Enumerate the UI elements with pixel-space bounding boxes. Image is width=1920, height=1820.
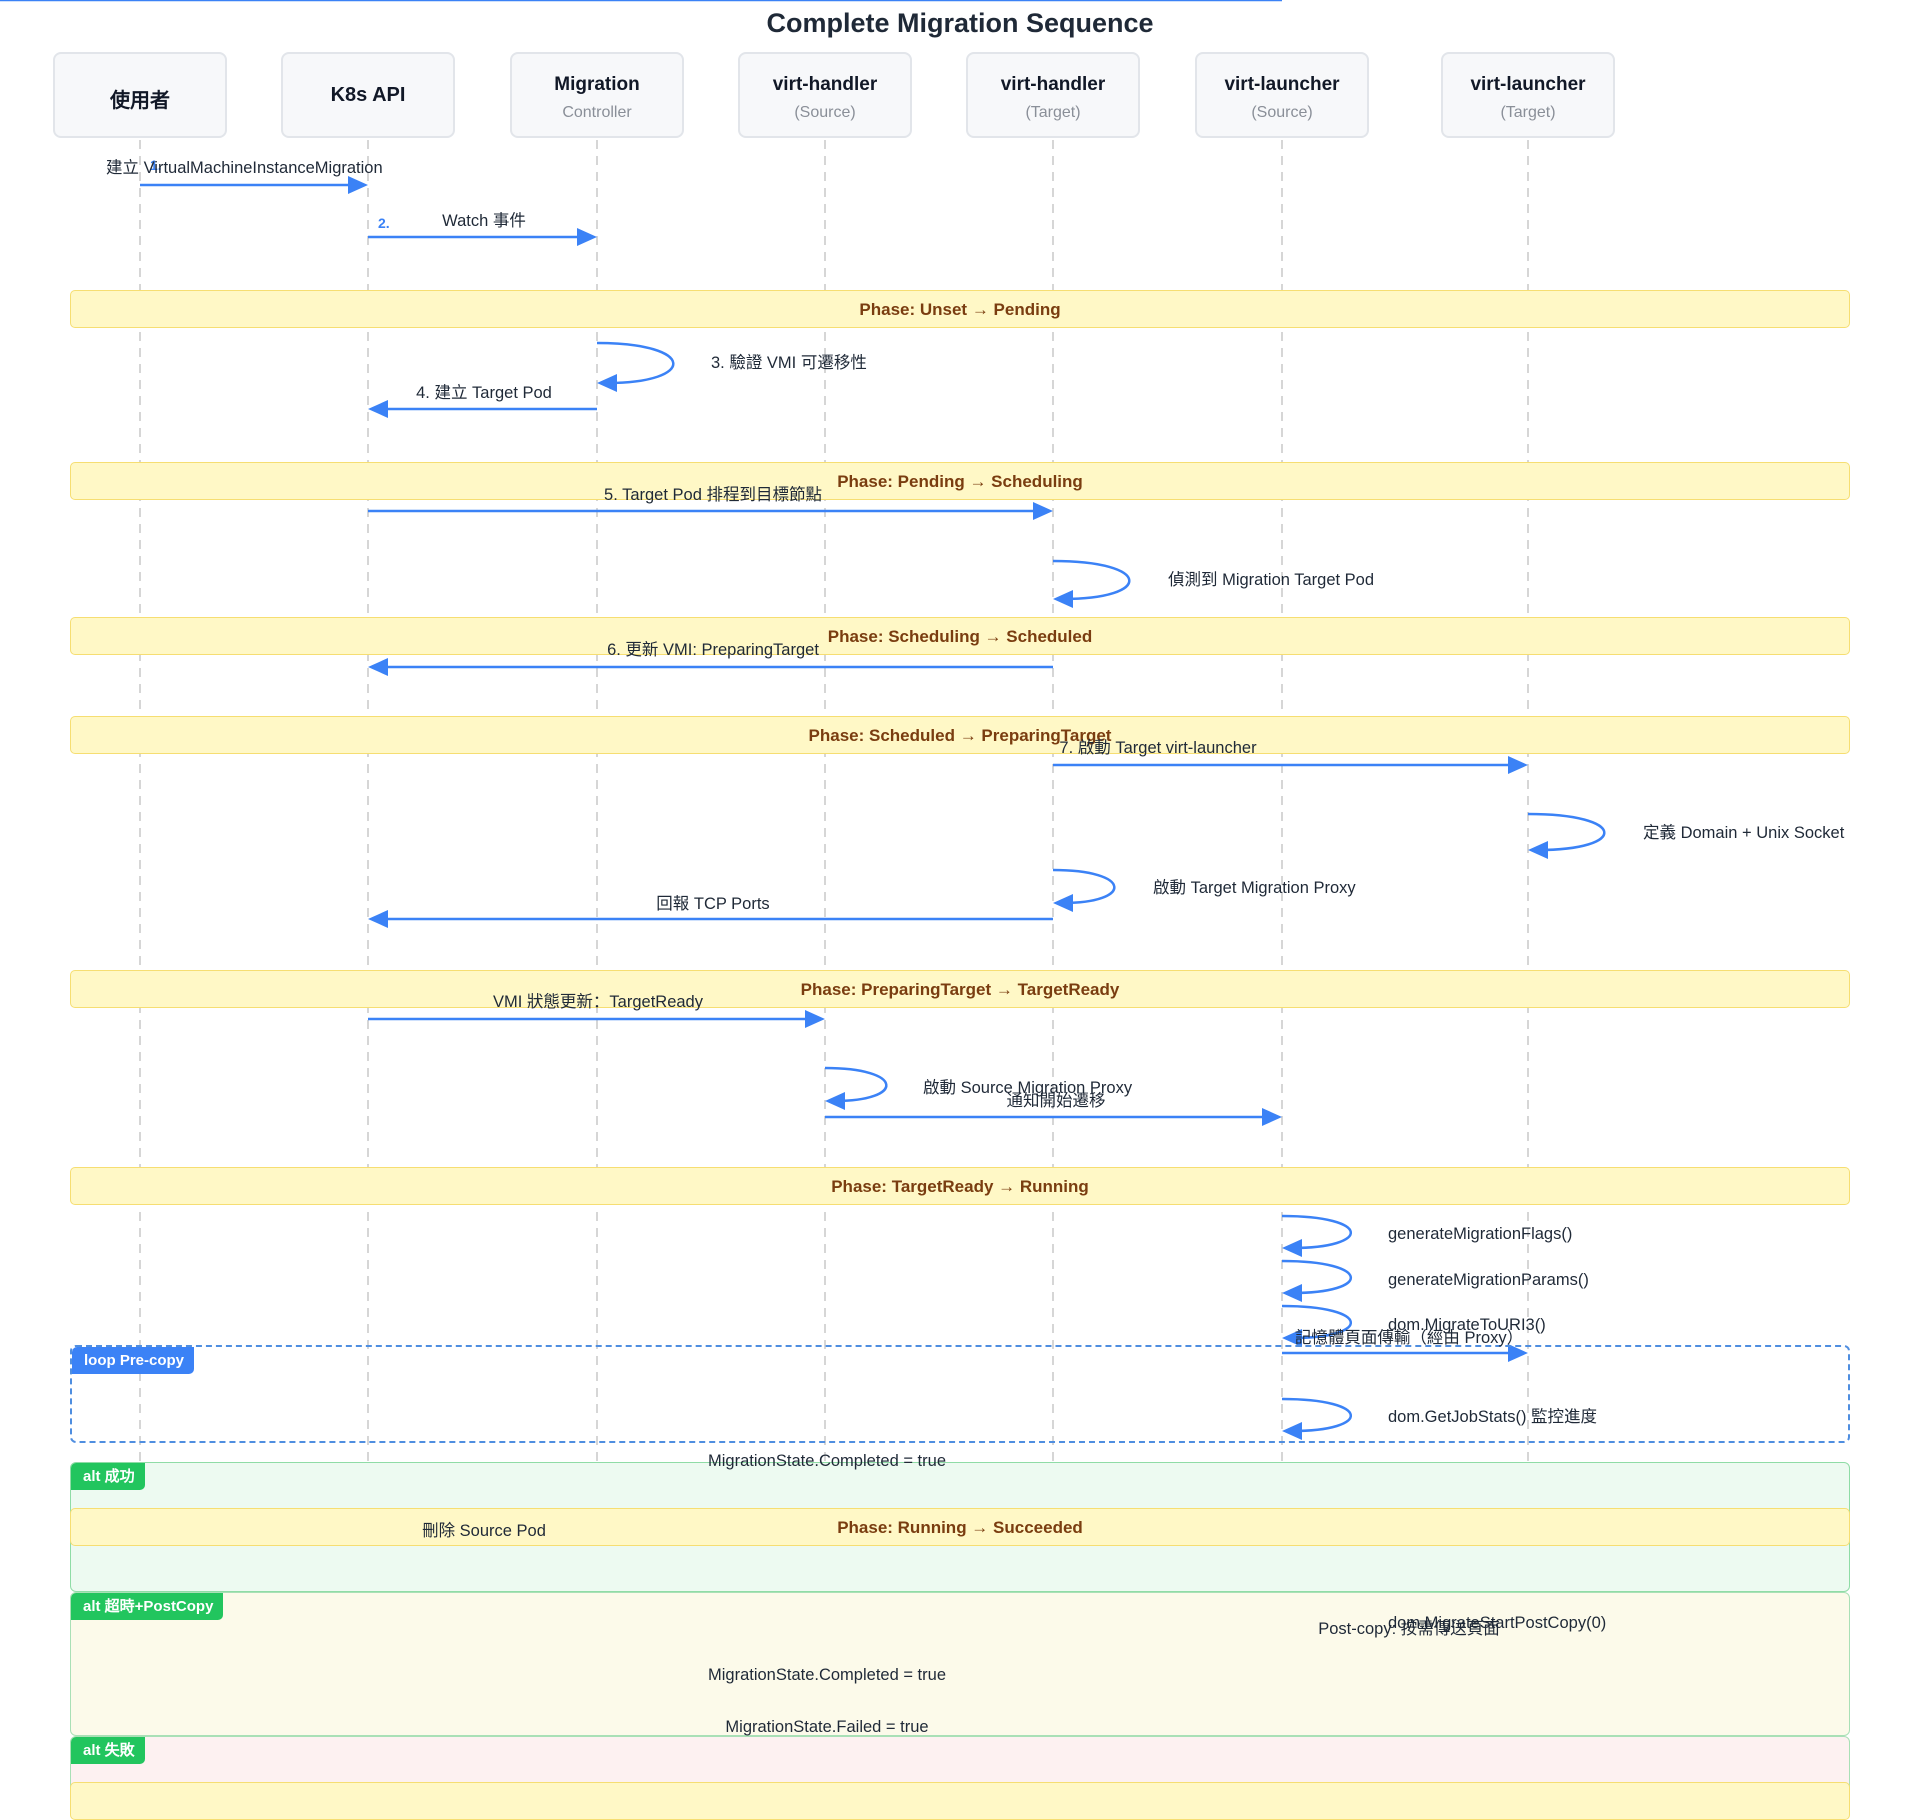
- participant-k8s-api: K8s API: [281, 52, 455, 138]
- phase-label: Phase: PreparingTarget → TargetReady: [800, 980, 1120, 999]
- message-label: 7. 啟動 Target virt-launcher: [1059, 739, 1257, 757]
- arrow-head: [348, 176, 368, 194]
- self-message-arrow: [824, 1066, 888, 1103]
- message-label: 通知開始遷移: [1006, 1092, 1106, 1110]
- phase-label: Phase: Unset → Pending: [859, 300, 1061, 319]
- participant-virt-handler-target: virt-handler (Target): [966, 52, 1140, 138]
- message-label: generateMigrationParams(): [1388, 1271, 1589, 1289]
- arrow-head: [1282, 1284, 1302, 1302]
- message-label: 記憶體頁面傳輸（經由 Proxy）: [1294, 1329, 1524, 1347]
- participant-virt-launcher-source-sub: (Source): [1251, 104, 1313, 121]
- participant-virt-launcher-source: virt-launcher (Source): [1195, 52, 1369, 138]
- alt-failure-tag: alt 失敗: [71, 1737, 145, 1764]
- phase-label: Phase: Scheduling → Scheduled: [827, 627, 1093, 646]
- self-message-arrow: [596, 341, 675, 385]
- participant-user-name: 使用者: [110, 90, 170, 112]
- loop-precopy-tag: loop Pre-copy: [72, 1347, 195, 1374]
- arrow-head: [1033, 502, 1053, 520]
- participant-virt-handler-target-name: virt-handler: [1000, 74, 1106, 95]
- arrow-head: [805, 1010, 825, 1028]
- participant-virt-launcher-target-sub: (Target): [1500, 104, 1556, 121]
- message-label: 5. Target Pod 排程到目標節點: [604, 486, 822, 504]
- participant-virt-handler-source-name: virt-handler: [772, 74, 878, 95]
- phase-label: Phase: TargetReady → Running: [831, 1177, 1089, 1196]
- message-label: 6. 更新 VMI: PreparingTarget: [607, 641, 819, 659]
- message-label: MigrationState.Completed = true: [707, 1452, 947, 1470]
- alt-timeout-tag: alt 超時+PostCopy: [71, 1593, 224, 1620]
- message-label: 建立 VirtualMachineInstanceMigration: [106, 159, 383, 177]
- phase-banner: Phase: Scheduling → Scheduled: [70, 617, 1850, 655]
- arrow-head: [368, 910, 388, 928]
- phase-banner: Phase: Scheduled → PreparingTarget: [70, 716, 1850, 754]
- arrow-head: [368, 400, 388, 418]
- arrow-head: [1528, 841, 1548, 859]
- self-message-arrow: [1281, 1214, 1352, 1250]
- phase-label: Phase: Pending → Scheduling: [837, 472, 1083, 491]
- participant-virt-handler-source-sub: (Source): [794, 104, 856, 121]
- arrow-head: [1262, 1108, 1282, 1126]
- message-label: 啟動 Target Migration Proxy: [1153, 879, 1356, 897]
- phase-banner-partial: [70, 1782, 1850, 1820]
- participant-virt-launcher-target-name: virt-launcher: [1470, 74, 1586, 95]
- arrow-head: [597, 374, 617, 392]
- message-label: generateMigrationFlags(): [1388, 1225, 1573, 1243]
- message-label: Watch 事件: [442, 212, 526, 230]
- participant-virt-handler-source: virt-handler (Source): [738, 52, 912, 138]
- participant-virt-launcher-source-name: virt-launcher: [1224, 74, 1340, 95]
- arrow-head: [577, 228, 597, 246]
- self-message-arrow: [1527, 812, 1606, 852]
- arrow-head: [1282, 1239, 1302, 1257]
- participant-migration-controller-name: Migration: [554, 74, 640, 95]
- participant-migration-controller: Migration Controller: [510, 52, 684, 138]
- participant-virt-launcher-target: virt-launcher (Target): [1441, 52, 1615, 138]
- self-message-arrow: [1281, 1259, 1352, 1295]
- sequence-diagram: Complete Migration Sequence 使用者 K8s API …: [0, 0, 1920, 1820]
- phase-banner: Phase: Unset → Pending: [70, 290, 1850, 328]
- message-label: VMI 狀態更新：TargetReady: [493, 993, 703, 1011]
- phase-label: Phase: Scheduled → PreparingTarget: [808, 726, 1112, 745]
- step-number-2: 2.: [378, 215, 390, 231]
- phase-banner: Phase: PreparingTarget → TargetReady: [70, 970, 1850, 1008]
- message-label: 偵測到 Migration Target Pod: [1168, 571, 1375, 589]
- phase-banner: Phase: Running → Succeeded: [70, 1508, 1850, 1546]
- message-label: dom.GetJobStats() 監控進度: [1388, 1408, 1598, 1426]
- self-message-arrow: [1052, 559, 1131, 601]
- message-label: 4. 建立 Target Pod: [416, 384, 552, 402]
- message-label: 3. 驗證 VMI 可遷移性: [711, 354, 867, 372]
- alt-success-tag: alt 成功: [71, 1463, 145, 1490]
- arrow-head: [1508, 756, 1528, 774]
- phase-label: Phase: Running → Succeeded: [837, 1518, 1083, 1537]
- participant-user: 使用者: [53, 52, 227, 138]
- message-label: 刪除 Source Pod: [422, 1522, 546, 1540]
- message-label: MigrationState.Failed = true: [725, 1718, 929, 1736]
- arrow-head: [1053, 894, 1073, 912]
- message-label: MigrationState.Completed = true: [707, 1666, 947, 1684]
- message-label: 定義 Domain + Unix Socket: [1643, 824, 1845, 842]
- arrow-head: [825, 1092, 845, 1110]
- participant-virt-handler-target-sub: (Target): [1025, 104, 1081, 121]
- participant-k8s-api-name: K8s API: [330, 84, 406, 106]
- phase-banner: Phase: TargetReady → Running: [70, 1167, 1850, 1205]
- loop-precopy-frame: loop Pre-copy: [70, 1345, 1850, 1443]
- arrow-head: [368, 658, 388, 676]
- self-message-arrow: [1052, 868, 1116, 905]
- participant-migration-controller-sub: Controller: [562, 104, 632, 121]
- phase-banner: Phase: Pending → Scheduling: [70, 462, 1850, 500]
- arrow-head: [1053, 590, 1073, 608]
- message-label: 回報 TCP Ports: [656, 895, 770, 913]
- message-label: Post-copy: 按需傳送頁面: [1318, 1620, 1500, 1638]
